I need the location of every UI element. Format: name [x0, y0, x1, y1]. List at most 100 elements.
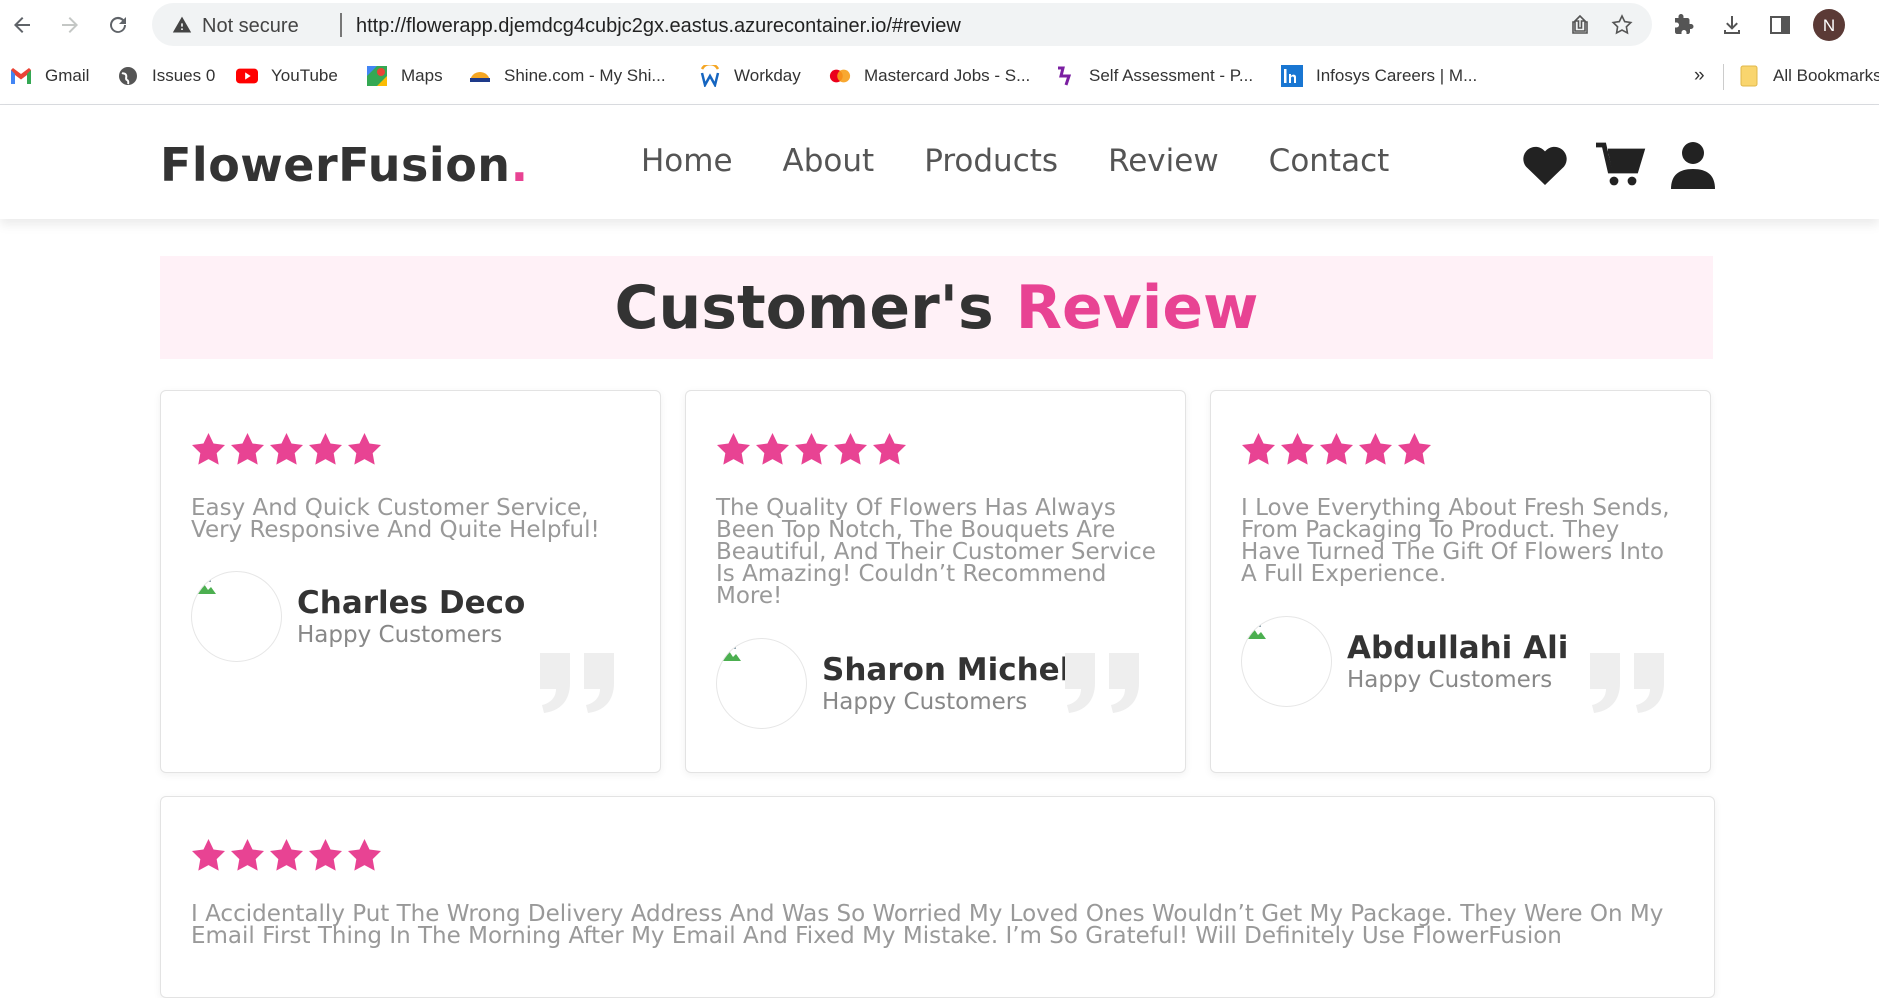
logo-text: FlowerFusion: [160, 138, 511, 192]
maps-icon: [366, 65, 388, 87]
bookmark-maps[interactable]: Maps: [366, 64, 443, 88]
user-icon: [1671, 142, 1715, 189]
download-icon: [1724, 16, 1740, 34]
profile-initial: N: [1822, 15, 1836, 35]
star-rating: [716, 433, 907, 466]
nav-products[interactable]: Products: [924, 143, 1058, 179]
star-icon: [309, 839, 342, 871]
bookmarks-divider: [1723, 64, 1724, 90]
address-bar[interactable]: Not secure http://flowerapp.djemdcg4cubj…: [152, 3, 1652, 46]
star-icon: [231, 839, 264, 871]
review-text: Easy And Quick Customer Service, Very Re…: [191, 495, 600, 543]
section-heading-band: Customer's Review: [160, 256, 1713, 359]
star-icon: [270, 433, 303, 465]
star-icon: [231, 433, 264, 465]
broken-image-icon: [198, 577, 216, 594]
star-rating: [191, 839, 382, 872]
star-icon: [270, 839, 303, 871]
star-rating: [191, 433, 382, 466]
author-name: Abdullahi Ali: [1347, 629, 1569, 666]
broken-image-icon: [723, 644, 741, 661]
bookmark-label: Self Assessment - P...: [1089, 66, 1254, 85]
forward-arrow-icon: [62, 17, 78, 33]
bookmarks-overflow-button[interactable]: »: [1694, 64, 1705, 88]
forward-button[interactable]: [55, 10, 85, 40]
bookmark-label: YouTube: [271, 66, 338, 85]
bookmarks-bar: Gmail Issues 0 YouTube Maps Shine.com - …: [0, 58, 1879, 94]
broken-image-icon: [1248, 622, 1266, 639]
infosys-icon: [1281, 65, 1303, 87]
site-logo[interactable]: FlowerFusion.: [160, 138, 529, 192]
share-icon[interactable]: [1568, 13, 1592, 37]
author-role: Happy Customers: [822, 688, 1028, 715]
bookmark-gmail[interactable]: Gmail: [10, 64, 89, 88]
quote-icon: [540, 653, 614, 713]
star-icon: [348, 839, 381, 871]
bookmark-label: Gmail: [45, 66, 90, 85]
bookmark-self-assessment[interactable]: Self Assessment - P...: [1054, 64, 1253, 88]
star-icon: [717, 433, 750, 465]
globe-icon: [117, 65, 139, 87]
address-separator: [340, 13, 342, 37]
bookmark-label: Issues 0: [152, 66, 216, 85]
bookmark-label: Maps: [401, 66, 443, 85]
self-assessment-icon: [1054, 65, 1076, 87]
bookmark-label: Mastercard Jobs - S...: [864, 66, 1031, 85]
avatar: [1241, 616, 1332, 707]
account-button[interactable]: [1667, 139, 1719, 191]
nav-home[interactable]: Home: [641, 143, 733, 179]
star-icon: [348, 433, 381, 465]
section-title: Customer's Review: [160, 256, 1713, 359]
cart-button[interactable]: [1594, 139, 1646, 191]
folder-icon: [1738, 65, 1760, 87]
nav-about[interactable]: About: [783, 143, 875, 179]
logo-dot: .: [510, 138, 529, 192]
heart-icon: [1523, 146, 1567, 185]
bookmark-issues[interactable]: Issues 0: [117, 64, 215, 88]
star-icon: [1359, 433, 1392, 465]
bookmark-shine[interactable]: Shine.com - My Shi...: [469, 64, 666, 88]
star-icon: [1320, 433, 1353, 465]
reload-icon: [110, 16, 126, 33]
star-rating: [1241, 433, 1432, 466]
youtube-icon: [236, 65, 258, 87]
section-title-main: Customer's: [614, 272, 994, 343]
star-icon: [192, 433, 225, 465]
downloads-button[interactable]: [1717, 10, 1747, 40]
back-button[interactable]: [7, 10, 37, 40]
star-icon: [1281, 433, 1314, 465]
nav-review[interactable]: Review: [1108, 143, 1219, 179]
review-card: I Accidentally Put The Wrong Delivery Ad…: [160, 796, 1715, 998]
url-text[interactable]: http://flowerapp.djemdcg4cubjc2gx.eastus…: [356, 15, 961, 38]
bookmark-workday[interactable]: Workday: [699, 64, 801, 88]
profile-avatar[interactable]: N: [1813, 9, 1845, 41]
star-icon: [1398, 433, 1431, 465]
star-icon: [1242, 433, 1275, 465]
puzzle-icon: [1675, 14, 1694, 34]
review-text: I Accidentally Put The Wrong Delivery Ad…: [191, 901, 1664, 949]
author-role: Happy Customers: [1347, 666, 1553, 693]
extensions-button[interactable]: [1668, 10, 1698, 40]
bookmark-youtube[interactable]: YouTube: [236, 64, 338, 88]
wishlist-button[interactable]: [1519, 139, 1571, 191]
nav-contact[interactable]: Contact: [1269, 143, 1390, 179]
bookmark-label: Shine.com - My Shi...: [504, 66, 666, 85]
cart-icon: [1596, 142, 1646, 186]
reload-button[interactable]: [103, 10, 133, 40]
review-author: Abdullahi Ali Happy Customers: [1241, 616, 1568, 707]
review-text: The Quality Of Flowers Has Always Been T…: [716, 495, 1156, 609]
star-icon: [873, 433, 906, 465]
review-text: I Love Everything About Fresh Sends, Fro…: [1241, 495, 1670, 587]
side-panel-button[interactable]: [1765, 10, 1795, 40]
review-author: Charles Deco Happy Customers: [191, 571, 525, 662]
workday-icon: [699, 65, 721, 87]
author-name: Charles Deco: [297, 584, 526, 621]
all-bookmarks-folder[interactable]: All Bookmarks: [1738, 64, 1879, 88]
security-label[interactable]: Not secure: [202, 15, 299, 38]
star-icon: [795, 433, 828, 465]
review-author: Sharon Michel Happy Customers: [716, 638, 1070, 729]
bookmark-infosys[interactable]: Infosys Careers | M...: [1281, 64, 1477, 88]
bookmark-mastercard[interactable]: Mastercard Jobs - S...: [829, 64, 1030, 88]
star-icon: [309, 433, 342, 465]
bookmark-star-icon[interactable]: [1610, 13, 1634, 37]
